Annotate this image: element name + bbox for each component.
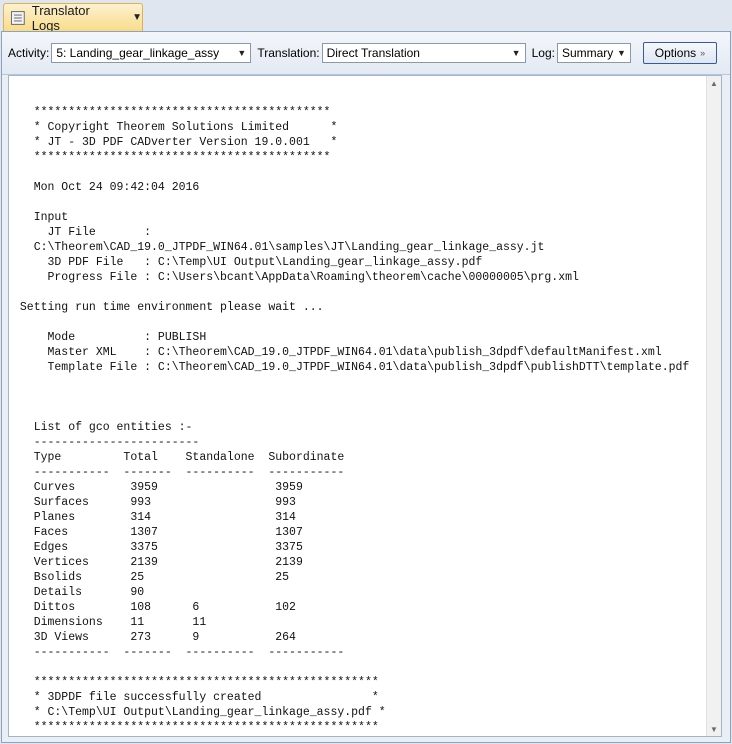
log-line: Details 90 (33, 586, 145, 599)
scroll-up-icon[interactable]: ▲ (707, 76, 721, 90)
log-line: C:\Theorem\CAD_19.0_JTPDF_WIN64.01\sampl… (33, 241, 545, 254)
log-line: 3D PDF File : C:\Temp\UI Output\Landing_… (47, 256, 483, 269)
log-line: Mode : PUBLISH (47, 331, 207, 344)
translation-label: Translation: (257, 46, 320, 60)
log-level-select[interactable]: Summary ▼ (556, 43, 631, 63)
log-line: ****************************************… (33, 676, 379, 689)
vertical-scrollbar[interactable]: ▲ ▼ (706, 76, 721, 736)
log-line: * JT - 3D PDF CADverter Version 19.0.001… (33, 136, 338, 149)
log-level-value: Summary (561, 46, 614, 60)
log-line: ------------------------ (33, 436, 200, 449)
log-list-icon (10, 10, 25, 25)
log-line: Curves 3959 3959 (33, 481, 303, 494)
log-line: Bsolids 25 25 (33, 571, 290, 584)
log-line: List of gco entities :- (33, 421, 193, 434)
translation-value: Direct Translation (326, 46, 420, 60)
translator-logs-tab[interactable]: Translator Logs ▼ (3, 2, 143, 33)
scroll-down-icon[interactable]: ▼ (707, 722, 721, 736)
dropdown-arrow-icon[interactable]: ▼ (237, 48, 246, 58)
log-line: Mon Oct 24 09:42:04 2016 (33, 181, 200, 194)
log-line: Template File : C:\Theorem\CAD_19.0_JTPD… (47, 361, 690, 374)
activity-value: 5: Landing_gear_linkage_assy (56, 46, 220, 60)
log-line: Master XML : C:\Theorem\CAD_19.0_JTPDF_W… (47, 346, 662, 359)
chevron-down-icon[interactable]: ▼ (132, 12, 142, 23)
log-line: ****************************************… (33, 106, 331, 119)
log-line: Input (33, 211, 69, 224)
log-line: Progress File : C:\Users\bcant\AppData\R… (47, 271, 579, 284)
tab-title: Translator Logs (31, 2, 90, 33)
log-toolbar: Activity: 5: Landing_gear_linkage_assy ▼… (2, 32, 730, 75)
options-label: Options (654, 46, 697, 60)
log-line: Surfaces 993 993 (33, 496, 296, 509)
log-line: Dittos 108 6 102 (33, 601, 296, 614)
translation-select[interactable]: Direct Translation ▼ (321, 43, 526, 63)
translator-logs-window: Activity: 5: Landing_gear_linkage_assy ▼… (1, 31, 731, 743)
activity-select[interactable]: 5: Landing_gear_linkage_assy ▼ (51, 43, 252, 63)
log-line: Planes 314 314 (33, 511, 296, 524)
activity-label: Activity: (8, 46, 50, 60)
log-line: ****************************************… (33, 151, 331, 164)
log-line: JT File : (47, 226, 152, 239)
log-line: * C:\Temp\UI Output\Landing_gear_linkage… (33, 706, 386, 719)
log-line: Setting run time environment please wait… (19, 301, 324, 314)
options-button[interactable]: Options » (642, 42, 717, 64)
log-text: ****************************************… (13, 90, 689, 735)
log-label: Log: (531, 46, 555, 60)
log-line: * Copyright Theorem Solutions Limited * (33, 121, 338, 134)
log-line: ----------- ------- ---------- ---------… (33, 466, 345, 479)
log-line: Faces 1307 1307 (33, 526, 303, 539)
log-line: ****************************************… (33, 721, 379, 734)
log-line: Type Total Standalone Subordinate (33, 451, 345, 464)
dropdown-arrow-icon[interactable]: ▼ (617, 48, 626, 58)
log-line: * 3DPDF file successfully created * (33, 691, 379, 704)
log-line: Edges 3375 3375 (33, 541, 303, 554)
dropdown-arrow-icon[interactable]: ▼ (512, 48, 521, 58)
double-chevron-icon: » (700, 48, 706, 58)
log-output[interactable]: ****************************************… (8, 75, 722, 737)
log-line: 3D Views 273 9 264 (33, 631, 296, 644)
log-line: Dimensions 11 11 (33, 616, 207, 629)
log-line: ----------- ------- ---------- ---------… (33, 646, 345, 659)
log-line: Vertices 2139 2139 (33, 556, 303, 569)
